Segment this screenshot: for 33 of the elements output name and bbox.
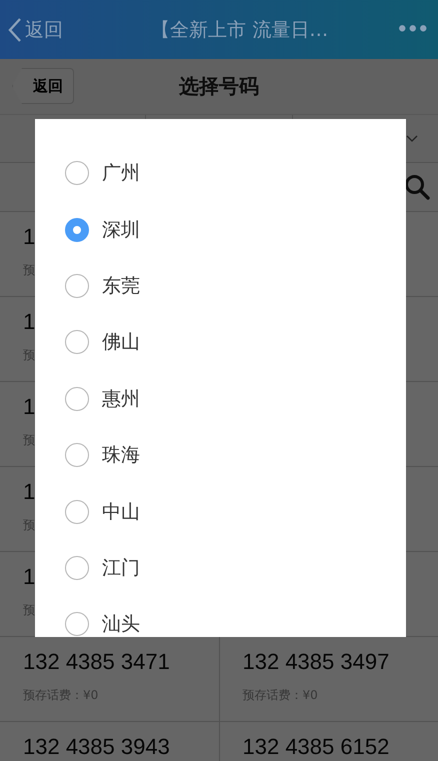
phone-number: 1 [23,564,36,590]
phone-number: 1 [23,309,36,335]
radio-button[interactable] [65,330,89,354]
city-option[interactable]: 深圳 [35,201,406,258]
phone-number: 1 [23,479,36,505]
city-option[interactable]: 佛山 [35,314,406,371]
phone-number: 132 4385 3471 [23,649,170,675]
radio-button[interactable] [65,500,89,524]
phone-number: 132 4385 6152 [242,734,390,760]
radio-button[interactable] [65,443,89,468]
header-title: 选择号码 [179,73,259,100]
phone-number: 1 [23,394,36,420]
radio-button[interactable] [65,161,89,186]
phone-number: 1 [23,224,36,250]
back-button[interactable]: 返回 [12,68,74,104]
back-icon [8,16,22,42]
radio-button[interactable] [65,556,89,580]
radio-button[interactable] [65,218,89,242]
city-option[interactable]: 广州 [35,145,406,202]
radio-button[interactable] [65,612,89,636]
city-option[interactable]: 珠海 [35,426,406,484]
city-option[interactable]: 江门 [35,540,406,596]
city-option[interactable]: 东莞 [35,258,406,314]
search-icon[interactable] [404,174,430,200]
chevron-down-icon[interactable] [406,134,418,142]
city-option[interactable]: 汕头 [35,596,406,637]
page-title: 【全新上市 流量日… [150,18,330,42]
radio-button[interactable] [65,274,89,298]
phone-number: 132 4385 3497 [242,649,390,675]
city-option[interactable]: 中山 [35,483,406,540]
city-option[interactable]: 惠州 [35,370,406,427]
phone-number: 132 4385 3943 [23,734,170,760]
radio-button[interactable] [65,386,89,411]
